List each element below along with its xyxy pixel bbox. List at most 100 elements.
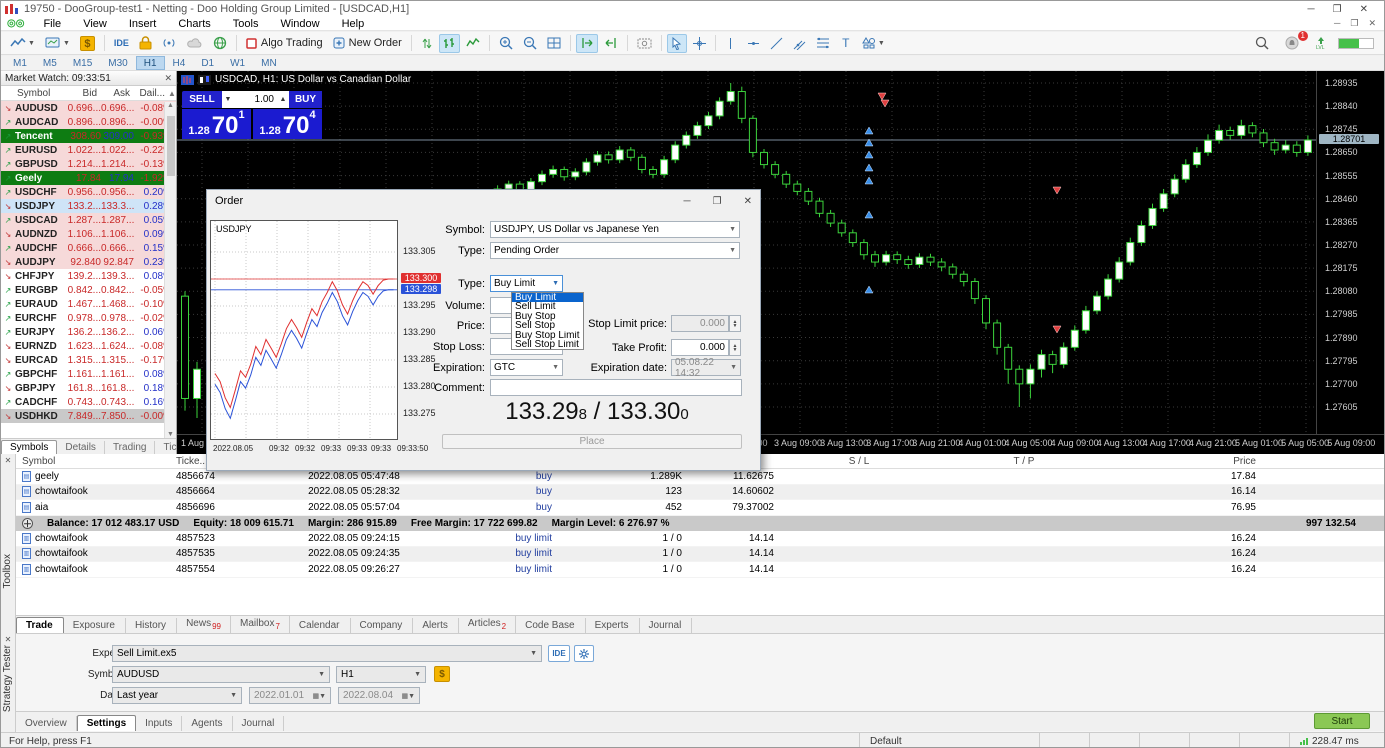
tester-symbol-select[interactable]: AUDUSD▼ xyxy=(112,666,330,683)
timeframe-button[interactable]: M1 xyxy=(5,56,35,70)
scroll-up-icon[interactable]: ▲ xyxy=(168,89,176,98)
toolbox-tab[interactable]: Calendar xyxy=(290,618,351,633)
tile-windows-icon[interactable] xyxy=(543,34,565,53)
toolbox-tab[interactable]: News99 xyxy=(177,616,231,633)
timeframe-button[interactable]: W1 xyxy=(222,56,253,70)
sell-button[interactable]: SELL xyxy=(182,91,222,108)
col-profit[interactable]: Profit xyxy=(1256,456,1385,467)
date-mode-select[interactable]: Last year▼ xyxy=(112,687,242,704)
market-row[interactable]: ↘ GBPJPY 161.8... 161.8... 0.18% xyxy=(1,381,176,395)
menu-item[interactable]: Charts xyxy=(167,18,221,30)
profile-cell[interactable]: Default xyxy=(859,733,1039,748)
expiration-select[interactable]: GTC▼ xyxy=(490,359,563,376)
market-row[interactable]: ↗ USDCHF 0.956... 0.956... 0.20% xyxy=(1,185,176,199)
horizontal-line-icon[interactable] xyxy=(743,34,764,53)
market-row[interactable]: ↘ USDHKD 7.849... 7.850... -0.00% xyxy=(1,409,176,423)
timeframe-button[interactable]: M15 xyxy=(65,56,100,70)
lock-icon[interactable] xyxy=(135,34,156,53)
deposit-icon[interactable]: $ xyxy=(434,666,450,682)
tester-tab[interactable]: Overview xyxy=(16,716,77,731)
child-close-icon[interactable]: ✕ xyxy=(1368,18,1376,29)
market-watch-scrollbar[interactable]: ▲▼ xyxy=(164,102,176,438)
market-row[interactable]: ↗ AUDCHF 0.666... 0.666... 0.15% xyxy=(1,241,176,255)
gear-icon[interactable] xyxy=(574,645,594,662)
order-row[interactable]: ▥chowtaifook 48575232022.08.05 09:24:15b… xyxy=(16,531,1385,547)
col-daily[interactable]: Dail... xyxy=(130,88,165,99)
expert-select[interactable]: Sell Limit.ex5▼ xyxy=(112,645,542,662)
col-price[interactable]: Price xyxy=(1104,456,1256,467)
menu-item[interactable]: File xyxy=(32,18,72,30)
order-row[interactable]: ▥chowtaifook 48575542022.08.05 09:26:27b… xyxy=(16,562,1385,578)
screenshot-icon[interactable] xyxy=(633,34,656,53)
tester-tab[interactable]: Settings xyxy=(77,715,136,731)
market-row[interactable]: ↗ CADCHF 0.743... 0.743... 0.16% xyxy=(1,395,176,409)
toolbox-tab[interactable]: Experts xyxy=(586,618,640,633)
crosshair-icon[interactable] xyxy=(689,34,710,53)
market-watch-close-icon[interactable]: ✕ xyxy=(164,73,172,84)
trendline-icon[interactable] xyxy=(766,34,787,53)
market-row[interactable]: ↗ EURUSD 1.022... 1.022... -0.22% xyxy=(1,143,176,157)
take-profit-field[interactable]: 0.000 xyxy=(671,339,729,356)
dialog-minimize-icon[interactable]: ─ xyxy=(684,196,691,207)
tester-period-select[interactable]: H1▼ xyxy=(336,666,426,683)
fibonacci-icon[interactable] xyxy=(812,34,834,53)
zoom-out-icon[interactable] xyxy=(519,34,541,53)
minimize-icon[interactable]: ─ xyxy=(1308,4,1315,15)
toolbox-tab[interactable]: Exposure xyxy=(64,618,126,633)
volume-stepper[interactable]: ▼ 1.00 ▲ xyxy=(222,91,289,108)
market-row[interactable]: ↘ EURNZD 1.623... 1.624... -0.08% xyxy=(1,339,176,353)
toolbox-tab[interactable]: Company xyxy=(351,618,414,633)
menu-item[interactable]: View xyxy=(72,18,118,30)
shapes-icon[interactable]: ▼ xyxy=(858,34,889,53)
position-row[interactable]: ▤chowtaifook 48566642022.08.05 05:28:32b… xyxy=(16,485,1385,501)
dropdown-option[interactable]: Sell Stop Limit xyxy=(512,340,583,349)
order-row[interactable]: ▥chowtaifook 48575352022.08.05 09:24:35b… xyxy=(16,547,1385,563)
signals-icon[interactable] xyxy=(158,34,181,53)
search-icon[interactable] xyxy=(1251,34,1273,53)
market-row[interactable]: ↗ Tencent 308.60 309.00 -0.93% xyxy=(1,129,176,143)
col-symbol[interactable]: Symbol xyxy=(1,88,63,99)
market-watch-tab[interactable]: Trading xyxy=(105,441,156,454)
ide-button[interactable]: IDE xyxy=(548,645,570,662)
dropdown-option[interactable]: Buy Stop xyxy=(512,312,583,321)
latency-cell[interactable]: 228.47 ms xyxy=(1289,733,1384,748)
dialog-close-icon[interactable]: ✕ xyxy=(744,196,752,207)
close-icon[interactable]: ✕ xyxy=(1360,4,1368,15)
price-scale[interactable]: 1.289351.288401.287451.286501.285551.284… xyxy=(1316,71,1385,434)
dialog-restore-icon[interactable]: ❐ xyxy=(713,196,722,207)
market-row[interactable]: ↗ Geely 17.84 17.94 -1.92% xyxy=(1,171,176,185)
comment-input[interactable] xyxy=(490,379,742,396)
menu-item[interactable]: Help xyxy=(331,18,376,30)
market-row[interactable]: ↗ EURCHF 0.978... 0.978... -0.02% xyxy=(1,311,176,325)
chart-shift-icon[interactable] xyxy=(600,34,622,53)
place-button[interactable]: Place xyxy=(442,434,742,449)
cursor-icon[interactable] xyxy=(667,34,687,53)
col-sl[interactable]: S / L xyxy=(774,456,944,467)
metaeditor-button[interactable]: IDE xyxy=(110,34,133,53)
sell-price[interactable]: 1.28 70 1 xyxy=(182,109,251,139)
text-tool-icon[interactable]: T xyxy=(836,34,856,53)
auto-scroll-icon[interactable] xyxy=(576,34,598,53)
tester-tab[interactable]: Agents xyxy=(182,716,232,731)
restore-icon[interactable]: ❐ xyxy=(1333,4,1342,15)
market-row[interactable]: ↗ EURJPY 136.2... 136.2... 0.06% xyxy=(1,325,176,339)
symbol-select[interactable]: USDJPY, US Dollar vs Japanese Yen▼ xyxy=(490,221,740,238)
pending-type-select[interactable]: Buy Limit▼ xyxy=(490,275,563,292)
timeframe-button[interactable]: H1 xyxy=(136,56,165,70)
toolbox-tab[interactable]: Journal xyxy=(640,618,693,633)
cloud-icon[interactable] xyxy=(183,34,207,53)
order-dialog-titlebar[interactable]: Order ─ ❐ ✕ xyxy=(207,190,760,212)
market-row[interactable]: ↗ USDCAD 1.287... 1.287... 0.05% xyxy=(1,213,176,227)
tester-tab[interactable]: Journal xyxy=(233,716,285,731)
order-type-select[interactable]: Pending Order▼ xyxy=(490,242,740,259)
channel-icon[interactable] xyxy=(789,34,810,53)
timeframe-button[interactable]: MN xyxy=(253,56,285,70)
position-row[interactable]: ▤geely 48566742022.08.05 05:47:48buy 1.2… xyxy=(16,469,1385,485)
volume-down-icon[interactable]: ▼ xyxy=(222,96,234,103)
menu-item[interactable]: Window xyxy=(269,18,330,30)
algo-trading-button[interactable]: Algo Trading xyxy=(242,34,327,53)
market-row[interactable]: ↘ AUDUSD 0.696... 0.696... -0.08% xyxy=(1,101,176,115)
market-row[interactable]: ↗ EURAUD 1.467... 1.468... -0.10% xyxy=(1,297,176,311)
new-order-button[interactable]: New Order xyxy=(329,34,406,53)
market-row[interactable]: ↘ CHFJPY 139.2... 139.3... 0.08% xyxy=(1,269,176,283)
